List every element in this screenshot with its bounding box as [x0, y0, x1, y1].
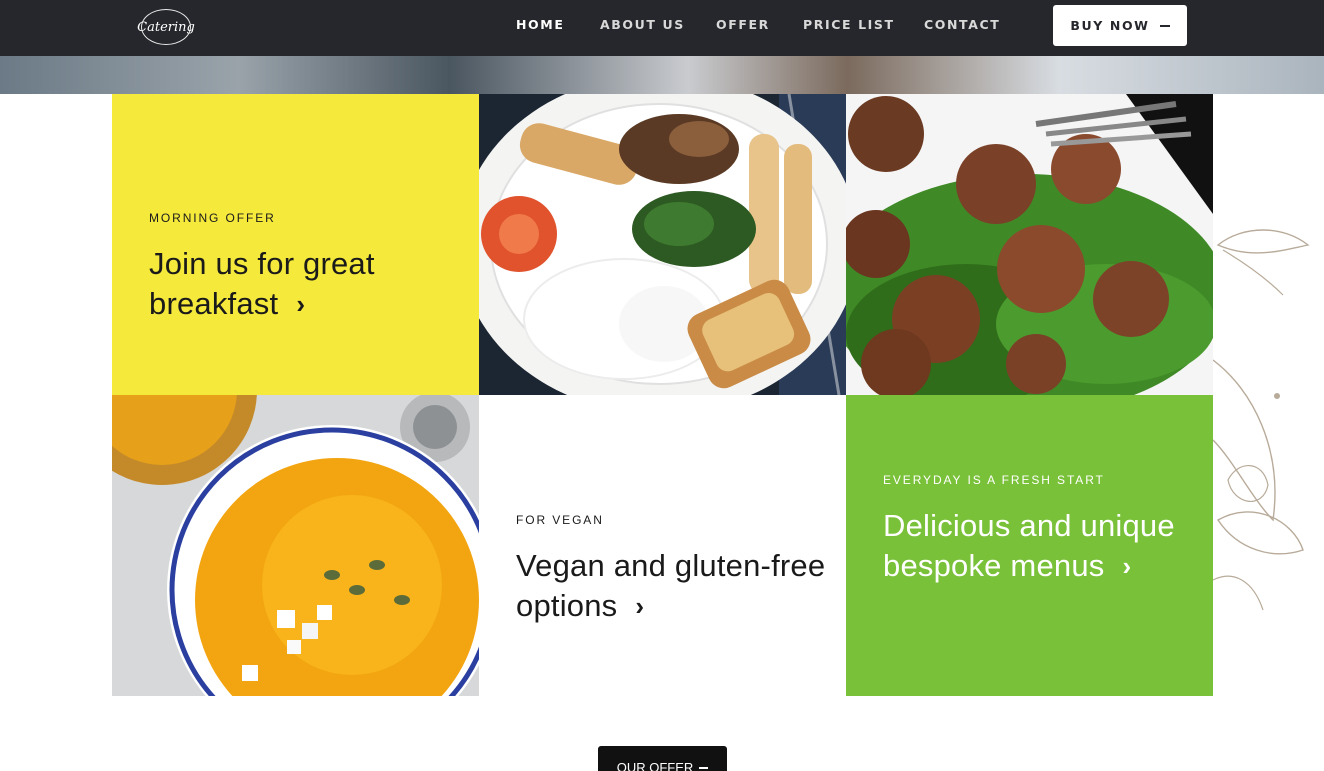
- nav-offer[interactable]: OFFER: [716, 17, 770, 32]
- menus-tile[interactable]: EVERYDAY IS A FRESH START Delicious and …: [846, 395, 1213, 696]
- breakfast-plate-illustration: [479, 94, 846, 395]
- vegan-eyebrow: FOR VEGAN: [516, 513, 604, 527]
- chevron-right-icon: ›: [635, 591, 645, 621]
- top-navbar: Catering HOME ABOUT US OFFER PRICE LIST …: [0, 0, 1324, 56]
- our-offer-label: OUR OFFER: [616, 760, 694, 771]
- nav-contact[interactable]: CONTACT: [924, 17, 1000, 32]
- breakfast-eyebrow: MORNING OFFER: [149, 211, 276, 225]
- catering-logo[interactable]: Catering: [137, 9, 195, 45]
- logo-text: Catering: [137, 19, 195, 35]
- pumpkin-soup-illustration: [112, 395, 479, 696]
- chevron-right-icon: ›: [1122, 551, 1132, 581]
- menus-eyebrow: EVERYDAY IS A FRESH START: [883, 473, 1105, 487]
- meatballs-salad-photo: [846, 94, 1213, 395]
- nav-home[interactable]: HOME: [516, 17, 564, 32]
- breakfast-plate-photo: [479, 94, 846, 395]
- vegan-tile[interactable]: FOR VEGAN Vegan and gluten-free options ›: [479, 395, 846, 696]
- nav-price-list[interactable]: PRICE LIST: [803, 17, 895, 32]
- breakfast-headline[interactable]: Join us for great breakfast ›: [149, 244, 449, 324]
- vegan-headline[interactable]: Vegan and gluten-free options ›: [516, 546, 836, 626]
- our-offer-button[interactable]: OUR OFFER: [598, 746, 727, 771]
- dash-icon: [1159, 24, 1170, 27]
- breakfast-tile[interactable]: MORNING OFFER Join us for great breakfas…: [112, 94, 479, 395]
- dash-icon: [699, 767, 709, 769]
- chevron-right-icon: ›: [296, 289, 306, 319]
- pumpkin-soup-photo: [112, 395, 479, 696]
- buy-now-label: BUY NOW: [1070, 18, 1150, 33]
- leaf-line-art-decoration: [1213, 229, 1310, 611]
- breakfast-title: Join us for great breakfast: [149, 246, 375, 321]
- vegan-title: Vegan and gluten-free options: [516, 548, 826, 623]
- buy-now-button[interactable]: BUY NOW: [1053, 5, 1187, 46]
- menus-headline[interactable]: Delicious and unique bespoke menus ›: [883, 506, 1193, 586]
- nav-about-us[interactable]: ABOUT US: [600, 17, 685, 32]
- meatballs-illustration: [846, 94, 1213, 395]
